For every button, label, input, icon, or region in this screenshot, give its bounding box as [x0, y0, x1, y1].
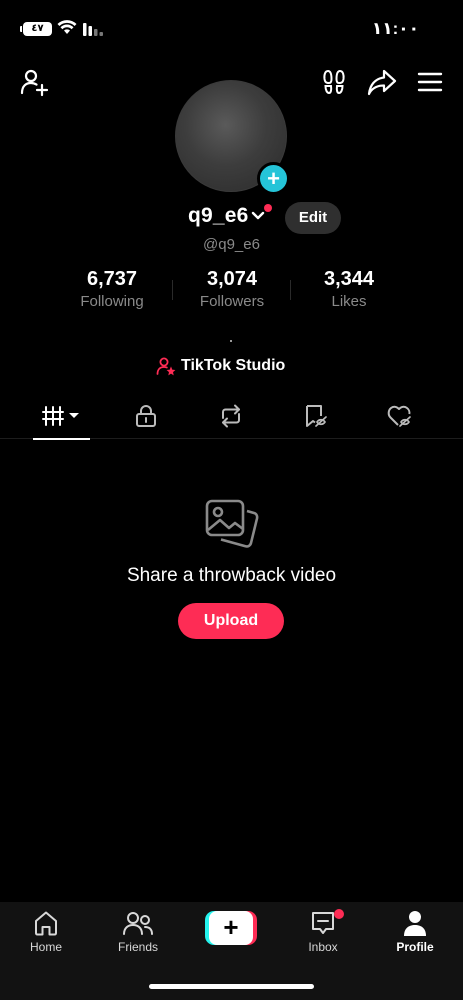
- add-user-icon: [20, 69, 49, 97]
- nav-home-label: Home: [29, 940, 62, 954]
- friends-icon: [123, 912, 153, 935]
- footprint-icon: [323, 69, 345, 95]
- status-bar: ٤٧ ١١:٠٠: [0, 0, 463, 60]
- studio-label: TikTok Studio: [181, 357, 286, 374]
- add-story-button[interactable]: +: [257, 162, 290, 195]
- inbox-icon: [312, 912, 334, 934]
- following-label: Following: [80, 293, 144, 310]
- battery-icon: ٤٧: [20, 22, 52, 36]
- empty-state-message: Share a throwback video: [126, 565, 337, 586]
- chevron-down-icon[interactable]: [251, 211, 265, 221]
- nav-inbox-label: Inbox: [308, 940, 338, 954]
- notification-dot: [264, 204, 272, 212]
- upload-button[interactable]: Upload: [178, 603, 284, 639]
- battery-level: ٤٧: [31, 23, 44, 34]
- home-indicator: [149, 984, 314, 989]
- status-time: ١١:٠٠: [371, 19, 419, 38]
- nav-home[interactable]: Home: [11, 908, 81, 954]
- inbox-notification-dot: [334, 909, 344, 919]
- edit-profile-button[interactable]: Edit: [285, 202, 341, 234]
- followers-stat[interactable]: 3,074 Followers: [172, 268, 292, 310]
- repost-icon: [222, 404, 240, 428]
- studio-user-icon: [156, 357, 176, 376]
- profile-tabs: [0, 395, 463, 440]
- plus-icon: +: [209, 911, 253, 945]
- photo-stack-icon: [205, 499, 259, 548]
- username[interactable]: q9_e6: [188, 204, 249, 228]
- menu-button[interactable]: [410, 64, 450, 100]
- likes-count: 3,344: [323, 268, 375, 290]
- bio-dot: [230, 340, 232, 342]
- wifi-icon: [57, 20, 77, 34]
- following-stat[interactable]: 6,737 Following: [52, 268, 172, 310]
- following-count: 6,737: [86, 268, 138, 290]
- add-friend-button[interactable]: [14, 64, 54, 100]
- signal-icon: [83, 23, 103, 36]
- hamburger-menu-icon: [417, 72, 443, 92]
- tab-videos[interactable]: [33, 395, 90, 440]
- followers-label: Followers: [199, 293, 265, 310]
- user-handle: @q9_e6: [203, 236, 260, 253]
- tab-favorites[interactable]: [297, 395, 337, 437]
- nav-inbox[interactable]: Inbox: [288, 908, 358, 954]
- tab-liked[interactable]: [381, 395, 421, 437]
- tab-reposts[interactable]: [211, 395, 251, 437]
- nav-profile-label: Profile: [396, 940, 434, 954]
- followers-count: 3,074: [206, 268, 258, 290]
- nav-friends-label: Friends: [117, 940, 158, 954]
- tiktok-studio-link[interactable]: TikTok Studio: [156, 356, 285, 376]
- create-button[interactable]: +: [205, 911, 257, 945]
- likes-stat[interactable]: 3,344 Likes: [289, 268, 409, 310]
- plus-icon: +: [267, 165, 280, 191]
- share-profile-button[interactable]: [362, 64, 402, 100]
- grid-icon: [41, 406, 79, 426]
- bookmark-hidden-icon: [306, 405, 327, 427]
- profile-views-button[interactable]: [314, 64, 354, 100]
- share-icon: [367, 69, 397, 96]
- nav-friends[interactable]: Friends: [103, 908, 173, 954]
- nav-profile[interactable]: Profile: [380, 908, 450, 954]
- lock-icon: [136, 405, 156, 427]
- home-icon: [35, 911, 57, 936]
- likes-label: Likes: [331, 293, 367, 310]
- profile-icon: [404, 911, 426, 936]
- tab-private[interactable]: [126, 395, 166, 437]
- heart-hidden-icon: [387, 405, 411, 427]
